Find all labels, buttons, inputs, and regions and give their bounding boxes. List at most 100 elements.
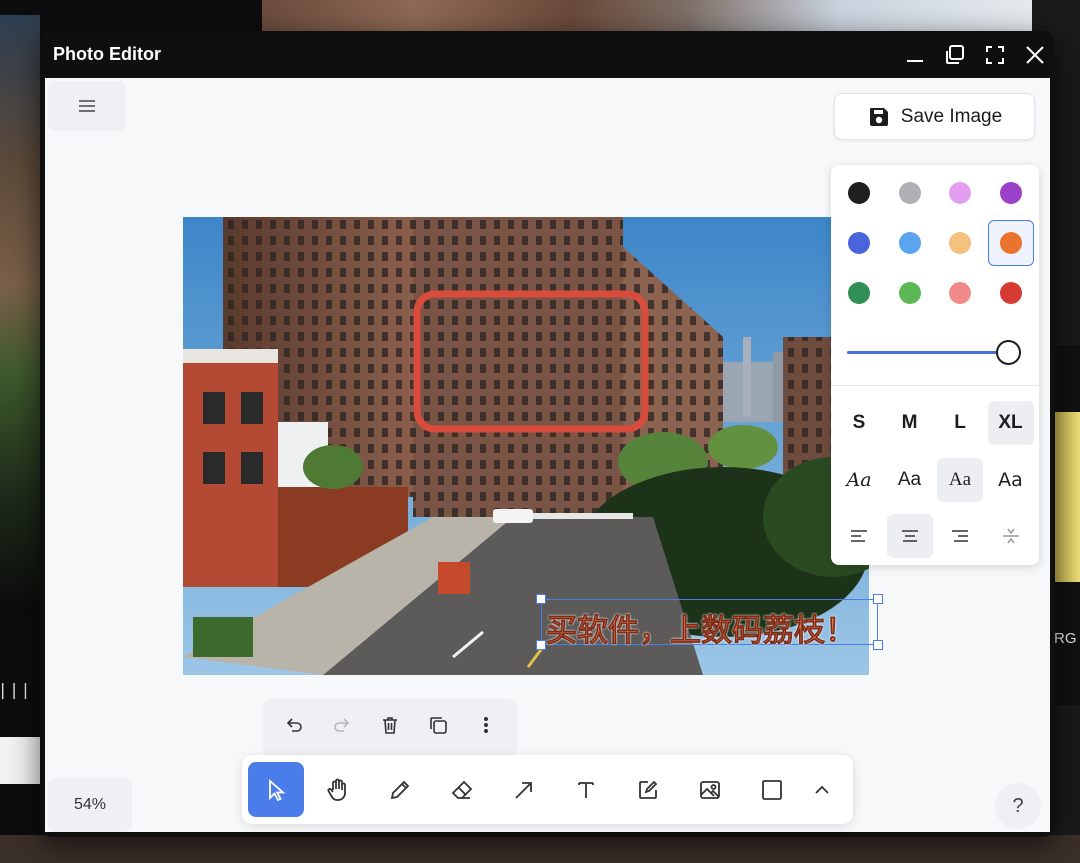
resize-handle-bottom-left[interactable] [536, 640, 546, 650]
redo-icon [334, 718, 350, 732]
background-photo-left [0, 15, 40, 615]
background-photo [262, 0, 1032, 32]
pencil-icon [390, 780, 410, 799]
font-options: Aa Aa Aa Aa [836, 458, 1034, 502]
align-vertical-icon [1002, 528, 1019, 544]
minimize-icon [907, 59, 923, 62]
restore-button[interactable] [935, 35, 975, 75]
color-swatch-blue[interactable] [836, 220, 882, 266]
main-toolbar [242, 755, 853, 824]
menu-button[interactable] [48, 81, 126, 131]
color-swatch-green[interactable] [836, 270, 882, 316]
cursor-icon [269, 778, 286, 801]
hamburger-icon [79, 100, 95, 112]
image-icon [700, 780, 720, 799]
background-bottom [0, 835, 1080, 863]
align-left-icon [851, 530, 867, 542]
panel-divider [831, 385, 1039, 386]
rectangle-icon [762, 779, 782, 800]
font-button-serif[interactable]: Aa [937, 458, 983, 502]
edit-toolbar [262, 699, 518, 756]
text-overlay[interactable]: 买软件，上数码荔枝！ [546, 605, 857, 650]
tool-hand[interactable] [310, 762, 366, 817]
color-swatch-red[interactable] [988, 270, 1034, 316]
fullscreen-button[interactable] [975, 35, 1015, 75]
size-button-xl[interactable]: XL [987, 401, 1034, 445]
background-bars: ||| [0, 680, 35, 699]
duplicate-button[interactable] [427, 714, 449, 741]
hand-icon [327, 778, 346, 801]
color-swatch-light-green[interactable] [887, 270, 933, 316]
redo-button[interactable] [331, 714, 353, 741]
size-button-s[interactable]: S [836, 401, 882, 445]
align-right-icon [952, 530, 968, 542]
chevron-up-icon [815, 785, 829, 794]
duplicate-icon [430, 717, 447, 734]
font-button-mono[interactable]: Aa [988, 458, 1034, 502]
close-button[interactable] [1015, 35, 1055, 75]
titlebar: Photo Editor [40, 31, 1055, 78]
size-button-m[interactable]: M [887, 401, 933, 445]
save-image-button[interactable]: Save Image [834, 93, 1035, 140]
tool-text[interactable] [558, 762, 614, 817]
align-vertical-button[interactable] [988, 514, 1034, 558]
canvas-area[interactable]: Save Image 买软件，上数码荔枝！ S M L XL Aa Aa Aa … [45, 78, 1050, 832]
color-swatch-yellow[interactable] [937, 220, 983, 266]
resize-handle-top-left[interactable] [536, 594, 546, 604]
fullscreen-icon [986, 45, 1004, 64]
background-photo-right [1055, 412, 1080, 582]
color-swatch-grey[interactable] [887, 170, 933, 216]
align-center-button[interactable] [886, 514, 933, 558]
style-panel: S M L XL Aa Aa Aa Aa [831, 165, 1039, 565]
eraser-icon [451, 780, 473, 799]
size-button-l[interactable]: L [937, 401, 983, 445]
align-right-button[interactable] [937, 514, 983, 558]
help-button[interactable]: ? [995, 783, 1041, 829]
more-button[interactable] [475, 714, 497, 741]
undo-button[interactable] [283, 714, 305, 741]
save-icon [869, 107, 888, 126]
save-image-label: Save Image [900, 105, 1003, 127]
undo-icon [286, 718, 302, 732]
note-edit-icon [639, 780, 658, 799]
delete-button[interactable] [379, 714, 401, 741]
tool-eraser[interactable] [434, 762, 490, 817]
color-swatch-black[interactable] [836, 170, 882, 216]
tool-select[interactable] [248, 762, 304, 817]
opacity-slider-track[interactable] [847, 351, 1007, 354]
color-swatch-light-violet[interactable] [937, 170, 983, 216]
window-title: Photo Editor [53, 44, 161, 64]
color-swatch-orange[interactable] [987, 220, 1034, 266]
minimize-button[interactable] [895, 35, 935, 75]
background-panel-left [0, 737, 40, 784]
color-swatch-violet[interactable] [988, 170, 1034, 216]
size-options: S M L XL [836, 401, 1034, 445]
align-options [836, 514, 1034, 558]
font-button-sans[interactable]: Aa [887, 458, 933, 502]
color-swatch-light-red[interactable] [937, 270, 983, 316]
align-left-button[interactable] [836, 514, 882, 558]
tool-image[interactable] [682, 762, 738, 817]
close-icon [1026, 45, 1044, 64]
color-swatch-light-blue[interactable] [887, 220, 933, 266]
resize-handle-top-right[interactable] [873, 594, 883, 604]
photo-editor-window: Photo Editor Save Image 买软件，上数码荔枝！ S M L… [40, 31, 1055, 837]
background-text: RG [1054, 630, 1077, 647]
resize-handle-bottom-right[interactable] [873, 640, 883, 650]
tool-note[interactable] [620, 762, 676, 817]
text-selection-box[interactable]: 买软件，上数码荔枝！ [536, 594, 883, 650]
zoom-level[interactable]: 54% [48, 778, 132, 832]
window-controls [895, 31, 1055, 78]
trash-icon [383, 717, 397, 734]
more-tools-button[interactable] [794, 762, 850, 817]
text-icon [578, 781, 594, 798]
tool-arrow[interactable] [496, 762, 552, 817]
tool-draw[interactable] [372, 762, 428, 817]
restore-icon [946, 44, 964, 64]
more-icon [484, 716, 489, 734]
align-center-icon [901, 530, 918, 542]
tool-rectangle[interactable] [744, 762, 800, 817]
opacity-slider-thumb[interactable] [996, 340, 1021, 365]
color-palette [836, 170, 1034, 320]
font-button-draw[interactable]: Aa [836, 458, 882, 502]
